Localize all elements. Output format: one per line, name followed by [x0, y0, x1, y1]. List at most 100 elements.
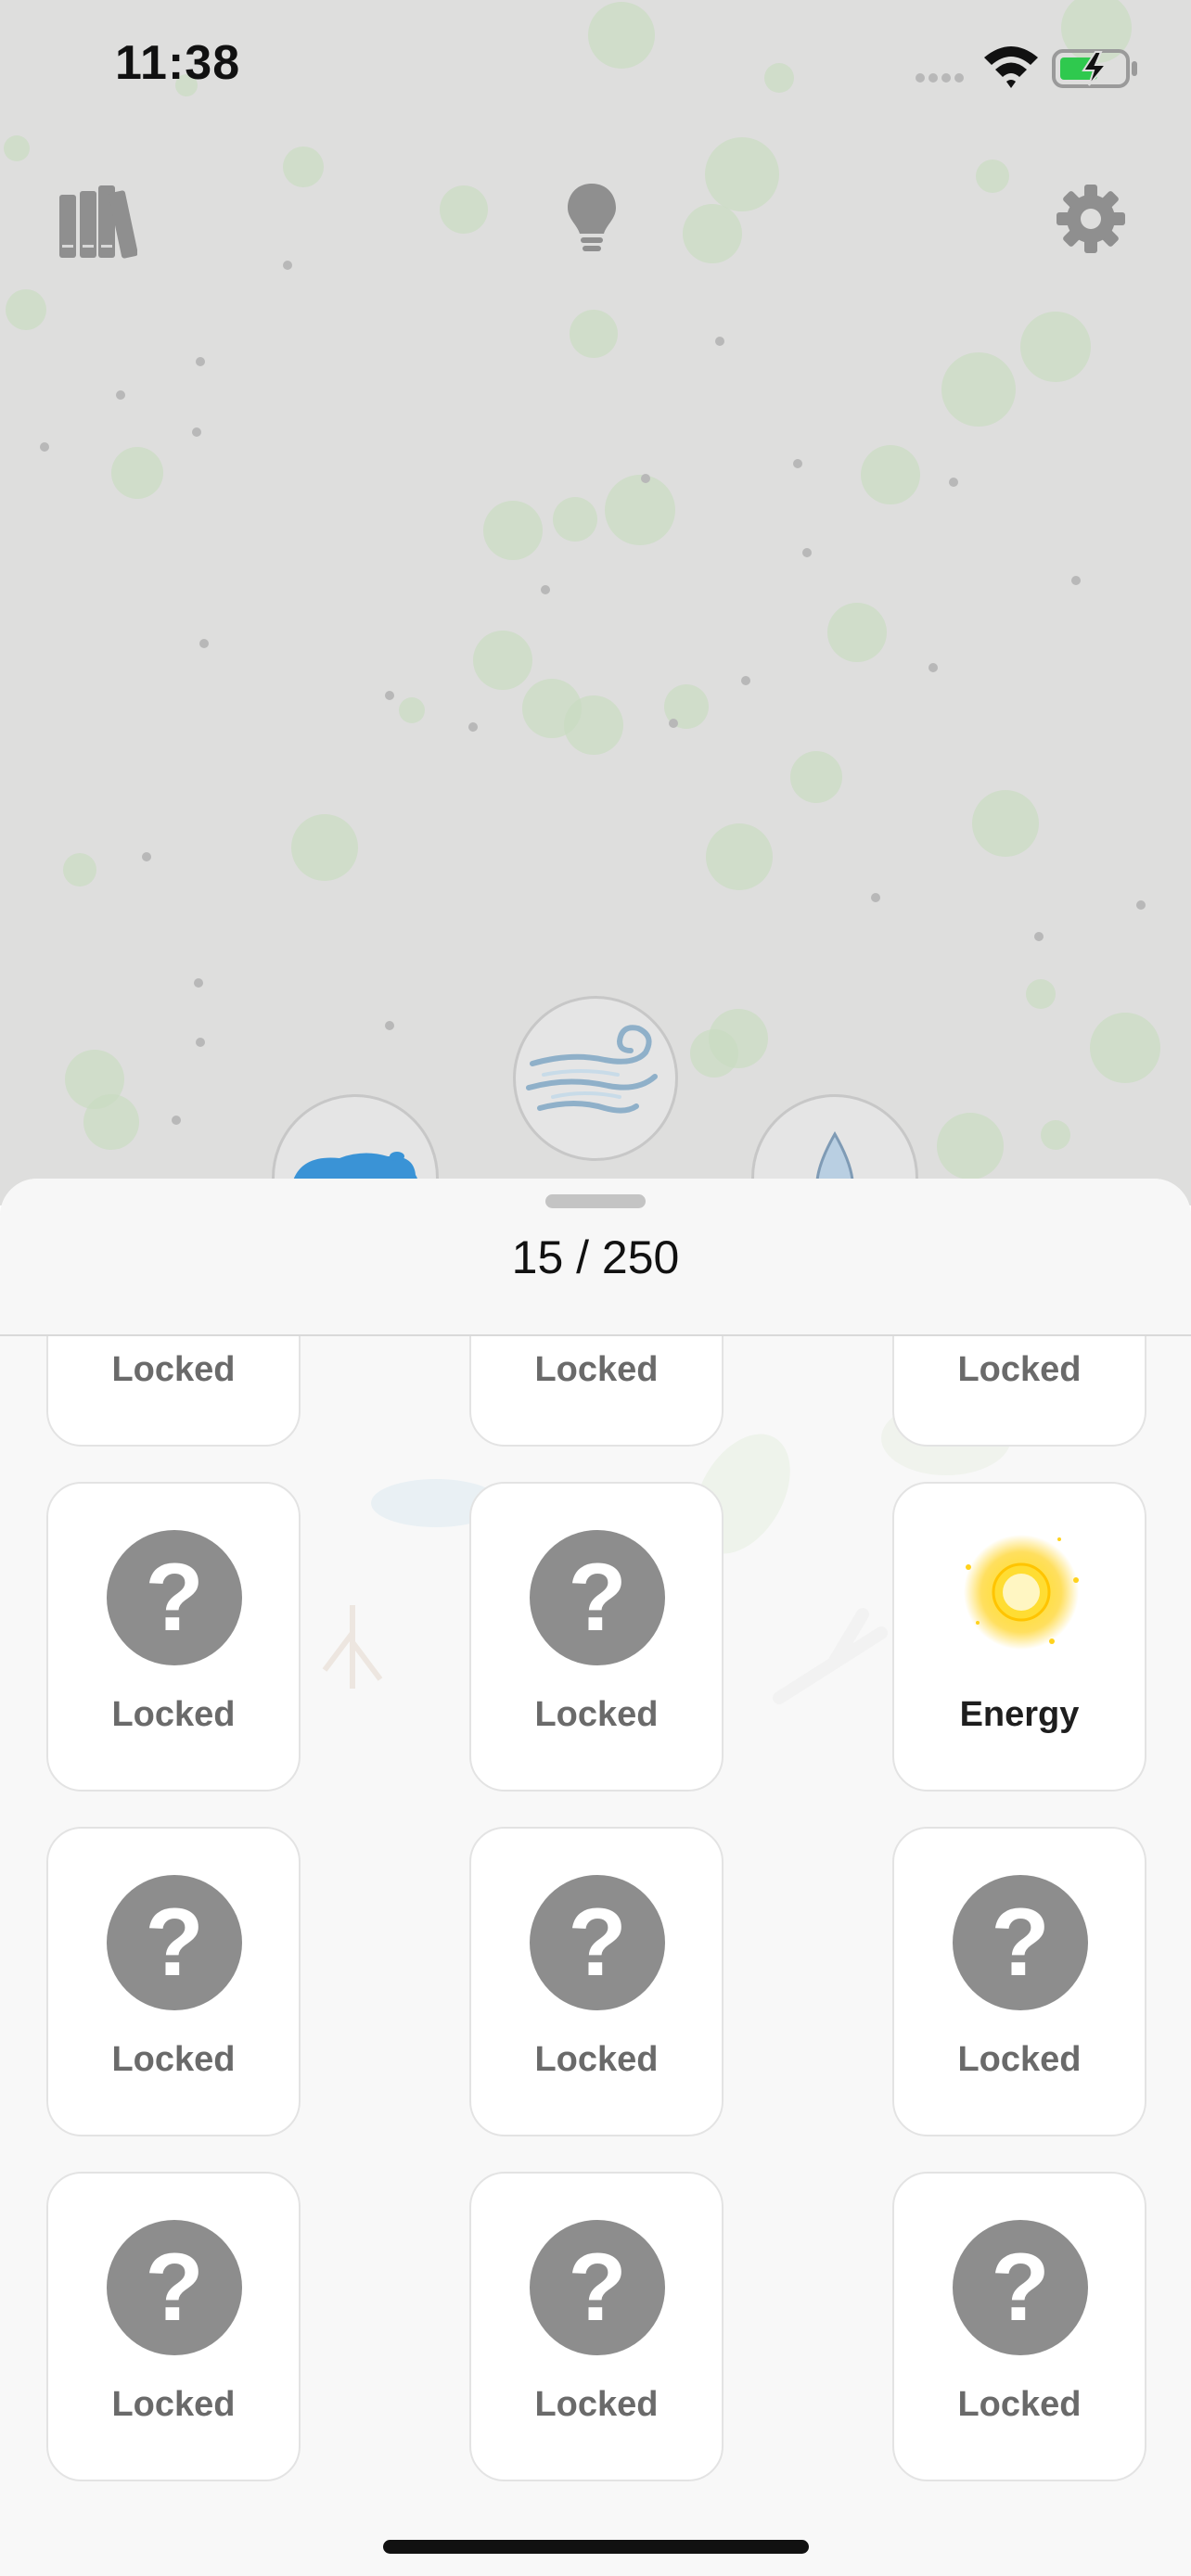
- element-card-locked[interactable]: ?Locked: [46, 1336, 301, 1447]
- dust-dot: [172, 1116, 181, 1125]
- card-label: Locked: [111, 2040, 236, 2079]
- dust-dot: [949, 478, 958, 487]
- bubble: [473, 631, 532, 690]
- element-card-locked[interactable]: ?Locked: [46, 1482, 301, 1792]
- dust-dot: [40, 442, 49, 452]
- status-icons: [913, 0, 1191, 130]
- card-label: Locked: [111, 1350, 236, 1389]
- element-grid[interactable]: ? Locked? Locked? Locked? Locked? Locked Energ…: [0, 1336, 1191, 2576]
- signal-dots-icon: [913, 0, 978, 134]
- bubble: [937, 1113, 1004, 1180]
- bubble: [570, 310, 618, 358]
- status-time: 11:38: [115, 36, 241, 90]
- element-card-unlocked[interactable]: Energy: [892, 1482, 1146, 1792]
- library-icon[interactable]: [58, 185, 138, 260]
- element-card-locked[interactable]: ? Locked: [469, 2172, 724, 2481]
- question-icon: ?: [107, 1875, 242, 2010]
- dust-dot: [1136, 900, 1146, 910]
- question-icon: ?: [530, 1530, 665, 1665]
- card-label: Locked: [957, 2385, 1082, 2424]
- card-label: Locked: [957, 2040, 1082, 2079]
- dust-dot: [928, 663, 938, 672]
- bubble: [283, 147, 324, 187]
- dust-dot: [741, 676, 750, 685]
- wind-element[interactable]: [513, 996, 678, 1161]
- wifi-icon: [978, 0, 1043, 134]
- element-card-locked[interactable]: ?Locked: [892, 1827, 1146, 2136]
- bubble: [63, 853, 96, 886]
- dust-dot: [641, 474, 650, 483]
- dust-dot: [715, 337, 724, 346]
- sun-icon: [964, 1535, 1079, 1650]
- bubble: [399, 697, 425, 723]
- dust-dot: [1071, 576, 1081, 585]
- bubble: [605, 475, 675, 545]
- bubble: [764, 63, 794, 93]
- bubble: [4, 135, 30, 161]
- question-icon: ?: [953, 2220, 1088, 2355]
- bubble: [790, 751, 842, 803]
- dust-dot: [802, 548, 812, 557]
- bubble: [976, 159, 1009, 193]
- question-icon: ?: [530, 2220, 665, 2355]
- bubble: [291, 814, 358, 881]
- dust-dot: [196, 357, 205, 366]
- progress-counter: 15 / 250: [511, 1231, 680, 1283]
- sheet-header: 15 / 250: [0, 1179, 1191, 1336]
- home-indicator[interactable]: [383, 2540, 809, 2554]
- card-label: Locked: [111, 1695, 236, 1734]
- bubble: [1020, 312, 1091, 382]
- question-icon: ?: [530, 1875, 665, 2010]
- game-board[interactable]: 11:38: [0, 0, 1191, 1205]
- bubble: [827, 603, 887, 662]
- card-label: Locked: [534, 2040, 659, 2079]
- card-label: Locked: [957, 1350, 1082, 1389]
- dust-dot: [793, 459, 802, 468]
- bubble: [861, 445, 920, 504]
- bubble: [553, 497, 597, 542]
- dust-dot: [199, 639, 209, 648]
- dust-dot: [283, 261, 292, 270]
- card-label: Locked: [534, 1350, 659, 1389]
- gear-settings-icon[interactable]: [1056, 184, 1126, 254]
- bubble: [483, 501, 543, 560]
- elements-sheet[interactable]: 15 / 250 ? Locked? Locked? Locked? Locked? Lo…: [0, 1179, 1191, 2576]
- bubble: [683, 204, 742, 263]
- dust-dot: [385, 691, 394, 700]
- element-card-locked[interactable]: ? Locked: [46, 2172, 301, 2481]
- bubble: [1041, 1120, 1070, 1150]
- bubble: [972, 790, 1039, 857]
- element-card-locked[interactable]: ? Locked: [469, 1827, 724, 2136]
- dust-dot: [116, 390, 125, 400]
- element-card-locked[interactable]: ? Locked: [46, 1827, 301, 2136]
- bubble: [440, 185, 488, 234]
- lightbulb-hint-icon[interactable]: [564, 182, 620, 256]
- bubble: [83, 1094, 139, 1150]
- sheet-grabber[interactable]: [545, 1194, 646, 1208]
- bubble: [111, 447, 163, 499]
- dust-dot: [468, 722, 478, 732]
- element-card-locked[interactable]: ? Locked: [469, 1482, 724, 1792]
- element-card-locked[interactable]: ?Locked: [892, 1336, 1146, 1447]
- card-label: Locked: [111, 2385, 236, 2424]
- element-card-locked[interactable]: ?Locked: [469, 1336, 724, 1447]
- bubble: [6, 289, 46, 330]
- question-icon: ?: [107, 2220, 242, 2355]
- element-card-locked[interactable]: ? Locked: [892, 2172, 1146, 2481]
- bubble: [1026, 979, 1056, 1009]
- bubble: [706, 823, 773, 890]
- dust-dot: [1034, 932, 1044, 941]
- battery-charging-icon: [1050, 0, 1152, 134]
- bubble: [1090, 1013, 1160, 1083]
- dust-dot: [871, 893, 880, 902]
- bubble: [588, 2, 655, 69]
- dust-dot: [142, 852, 151, 861]
- dust-dot: [541, 585, 550, 594]
- dust-dot: [385, 1021, 394, 1030]
- bubble: [705, 137, 779, 211]
- bubble: [941, 352, 1016, 427]
- dust-dot: [669, 719, 678, 728]
- card-label: Energy: [959, 1695, 1080, 1734]
- card-label: Locked: [534, 2385, 659, 2424]
- card-label: Locked: [534, 1695, 659, 1734]
